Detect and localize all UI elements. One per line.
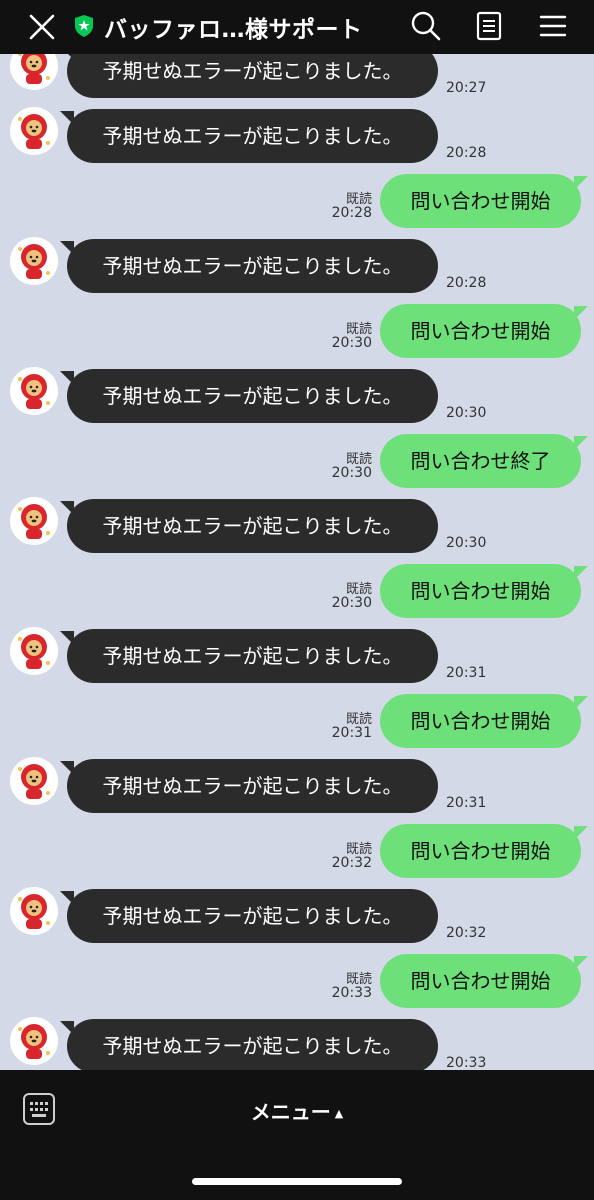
menu-toggle[interactable]: メニュー ▲ xyxy=(0,1096,594,1125)
user-message-bubble[interactable]: 問い合わせ開始 xyxy=(380,824,588,878)
bot-avatar-icon[interactable] xyxy=(10,497,58,545)
user-message: 既読 20:32 問い合わせ開始 xyxy=(0,824,594,880)
message-time: 20:30 xyxy=(446,535,487,551)
close-icon[interactable] xyxy=(28,13,56,41)
message-time: 20:30 xyxy=(446,405,487,421)
bot-message-bubble[interactable]: 予期せぬエラーが起こりました。 xyxy=(60,239,438,293)
bot-message: 予期せぬエラーが起こりました。 20:33 xyxy=(0,1017,594,1070)
message-time: 20:28 xyxy=(446,145,487,161)
bot-message: 予期せぬエラーが起こりました。 20:28 xyxy=(0,237,594,295)
bot-avatar-icon[interactable] xyxy=(10,367,58,415)
user-message-bubble[interactable]: 問い合わせ開始 xyxy=(380,304,588,358)
bot-avatar-icon[interactable] xyxy=(10,887,58,935)
chat-area[interactable]: 予期せぬエラーが起こりました。 20:27 予期せぬエラーが起こりました。 20:28… xyxy=(0,0,594,1070)
bot-avatar-icon[interactable] xyxy=(10,107,58,155)
message-time: 20:27 xyxy=(446,80,487,96)
bot-message: 予期せぬエラーが起こりました。 20:30 xyxy=(0,367,594,425)
search-icon[interactable] xyxy=(410,10,442,42)
user-message: 既読 20:30 問い合わせ開始 xyxy=(0,564,594,620)
menu-icon[interactable] xyxy=(537,10,569,42)
message-time: 20:32 xyxy=(331,855,372,871)
verified-badge-icon xyxy=(75,15,93,37)
notes-icon[interactable] xyxy=(473,10,505,42)
chat-header: バッファロ…様サポート xyxy=(0,0,594,54)
bot-message-bubble[interactable]: 予期せぬエラーが起こりました。 xyxy=(60,109,438,163)
message-time: 20:33 xyxy=(446,1055,487,1070)
bot-message-bubble[interactable]: 予期せぬエラーが起こりました。 xyxy=(60,759,438,813)
user-message: 既読 20:28 問い合わせ開始 xyxy=(0,174,594,230)
message-time: 20:28 xyxy=(331,205,372,221)
bot-message-bubble[interactable]: 予期せぬエラーが起こりました。 xyxy=(60,499,438,553)
bot-avatar-icon[interactable] xyxy=(10,627,58,675)
message-time: 20:33 xyxy=(331,985,372,1001)
home-indicator xyxy=(192,1178,402,1185)
user-message-bubble[interactable]: 問い合わせ開始 xyxy=(380,564,588,618)
bot-avatar-icon[interactable] xyxy=(10,1017,58,1065)
bot-message: 予期せぬエラーが起こりました。 20:30 xyxy=(0,497,594,555)
bot-message: 予期せぬエラーが起こりました。 20:28 xyxy=(0,107,594,165)
chat-title[interactable]: バッファロ…様サポート xyxy=(104,10,363,44)
message-time: 20:28 xyxy=(446,275,487,291)
user-message-bubble[interactable]: 問い合わせ開始 xyxy=(380,694,588,748)
bot-message-bubble[interactable]: 予期せぬエラーが起こりました。 xyxy=(60,1019,438,1070)
message-time: 20:30 xyxy=(331,335,372,351)
message-time: 20:32 xyxy=(446,925,487,941)
bot-message: 予期せぬエラーが起こりました。 20:32 xyxy=(0,887,594,945)
bot-message-bubble[interactable]: 予期せぬエラーが起こりました。 xyxy=(60,629,438,683)
user-message: 既読 20:31 問い合わせ開始 xyxy=(0,694,594,750)
bot-message: 予期せぬエラーが起こりました。 20:31 xyxy=(0,627,594,685)
message-time: 20:30 xyxy=(331,595,372,611)
user-message: 既読 20:30 問い合わせ開始 xyxy=(0,304,594,360)
menu-label: メニュー xyxy=(250,1100,331,1124)
message-time: 20:30 xyxy=(331,465,372,481)
caret-up-icon: ▲ xyxy=(334,1107,344,1120)
user-message: 既読 20:30 問い合わせ終了 xyxy=(0,434,594,490)
message-time: 20:31 xyxy=(331,725,372,741)
bot-avatar-icon[interactable] xyxy=(10,757,58,805)
bot-message: 予期せぬエラーが起こりました。 20:31 xyxy=(0,757,594,815)
user-message-bubble[interactable]: 問い合わせ終了 xyxy=(380,434,588,488)
footer-bar: メニュー ▲ xyxy=(0,1070,594,1200)
user-message-bubble[interactable]: 問い合わせ開始 xyxy=(380,954,588,1008)
message-time: 20:31 xyxy=(446,795,487,811)
message-time: 20:31 xyxy=(446,665,487,681)
bot-message-bubble[interactable]: 予期せぬエラーが起こりました。 xyxy=(60,369,438,423)
bot-avatar-icon[interactable] xyxy=(10,237,58,285)
user-message: 既読 20:33 問い合わせ開始 xyxy=(0,954,594,1010)
bot-message-bubble[interactable]: 予期せぬエラーが起こりました。 xyxy=(60,889,438,943)
user-message-bubble[interactable]: 問い合わせ開始 xyxy=(380,174,588,228)
